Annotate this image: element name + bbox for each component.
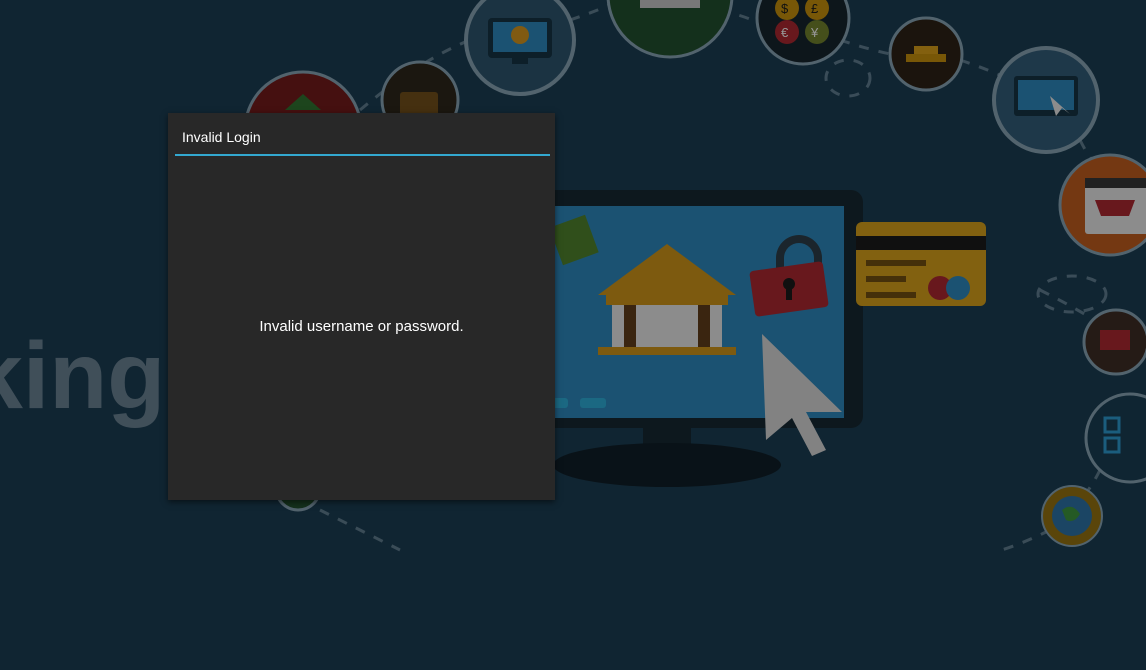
invalid-login-dialog[interactable]: Invalid Login Invalid username or passwo… [168,113,555,500]
dialog-message: Invalid username or password. [259,318,464,335]
dialog-title: Invalid Login [182,129,261,145]
dialog-title-divider [175,154,550,156]
